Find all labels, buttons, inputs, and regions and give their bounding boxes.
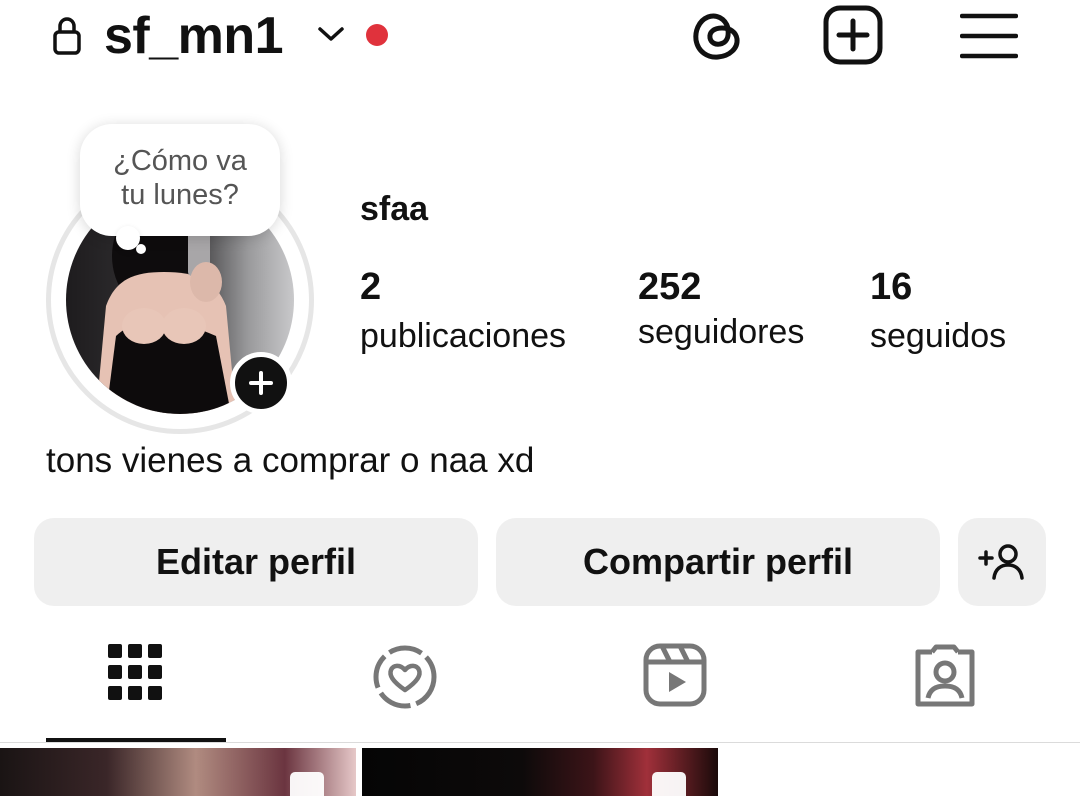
display-name: sfaa: [360, 190, 429, 228]
notification-dot: [366, 24, 388, 46]
add-story-button[interactable]: [230, 352, 292, 414]
stat-following-value: 16: [870, 266, 913, 308]
chevron-down-icon[interactable]: [316, 22, 346, 46]
post-thumbnail[interactable]: [0, 748, 356, 796]
threads-icon[interactable]: [688, 6, 746, 64]
lock-icon: [53, 17, 81, 55]
stat-followers-label: seguidores: [638, 313, 805, 351]
plus-icon: [249, 371, 273, 395]
tab-reels[interactable]: [540, 636, 810, 740]
new-post-icon[interactable]: [822, 4, 884, 66]
stat-followers-value: 252: [638, 266, 702, 308]
stat-posts-value: 2: [360, 266, 382, 308]
note-bubble[interactable]: ¿Cómo va tu lunes?: [80, 124, 280, 236]
top-bar: sf_mn1: [0, 0, 1080, 80]
note-tail-small: [136, 244, 146, 254]
note-text-line2: tu lunes?: [121, 179, 239, 211]
grid-icon: [108, 644, 162, 700]
account-username[interactable]: sf_mn1: [104, 4, 284, 68]
note-text-line1: ¿Cómo va: [113, 145, 247, 177]
edit-profile-button[interactable]: Editar perfil: [34, 518, 478, 606]
stat-following[interactable]: 16 seguidos: [870, 264, 1006, 358]
tab-posts[interactable]: [0, 636, 270, 740]
discover-people-button[interactable]: [958, 518, 1046, 606]
bio-text: tons vienes a comprar o naa xd: [46, 441, 535, 480]
tab-tagged[interactable]: [810, 636, 1080, 740]
tab-divider: [0, 742, 1080, 743]
share-profile-button[interactable]: Compartir perfil: [496, 518, 940, 606]
heart-circle-icon: [373, 645, 437, 709]
menu-icon[interactable]: [960, 12, 1018, 60]
reels-icon: [643, 643, 707, 707]
stat-posts-label: publicaciones: [360, 317, 567, 355]
carousel-icon: [652, 772, 686, 796]
stat-following-label: seguidos: [870, 317, 1007, 355]
tagged-person-icon: [915, 644, 975, 707]
carousel-icon: [290, 772, 324, 796]
stat-posts[interactable]: 2 publicaciones: [360, 264, 566, 358]
stat-followers[interactable]: 252 seguidores: [638, 264, 804, 354]
post-thumbnail[interactable]: [362, 748, 718, 796]
add-person-icon: [978, 544, 1024, 580]
tab-liked[interactable]: [270, 636, 540, 740]
